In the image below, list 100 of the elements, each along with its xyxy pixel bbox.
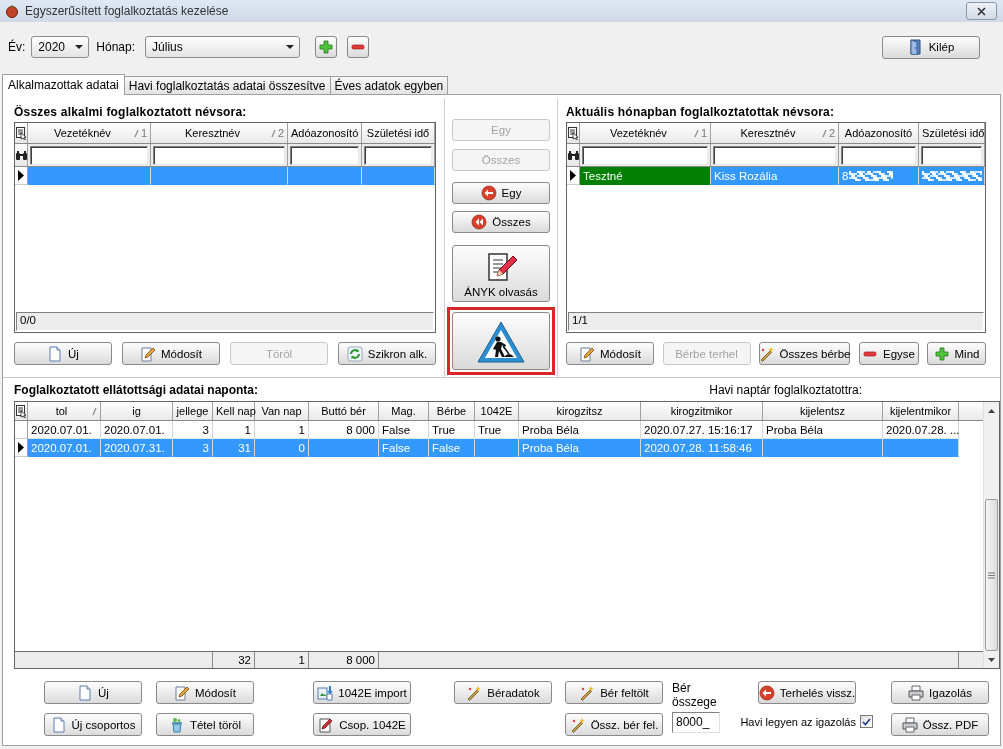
filter-field[interactable] xyxy=(30,145,148,165)
wage-field[interactable]: 8000_ xyxy=(672,712,720,733)
tab[interactable]: Alkalmazottak adatai xyxy=(2,74,125,95)
scroll-down-icon[interactable] xyxy=(988,657,995,662)
remove-button[interactable]: Egyse xyxy=(858,342,919,365)
checkbox[interactable] xyxy=(860,715,873,728)
section-title: Foglalkoztatott ellátottsági adatai naponta: xyxy=(14,383,258,397)
filter-field[interactable] xyxy=(582,145,708,165)
total-cell: 8 000 xyxy=(309,652,379,668)
column-header[interactable]: kijelentmikor xyxy=(883,402,959,420)
panel-title: Aktuális hónapban foglalkoztatottak névsora: xyxy=(566,105,835,121)
table-cell: Kiss Rozália xyxy=(711,167,839,185)
magic-wand-icon xyxy=(569,716,586,733)
document-icon xyxy=(77,684,94,701)
table-cell: 0 xyxy=(255,439,309,457)
new-button[interactable]: Új csoportos xyxy=(44,713,142,736)
sort-icon xyxy=(821,128,827,138)
print-button[interactable]: Össz. PDF xyxy=(891,713,989,736)
sort-index: 1 xyxy=(700,127,707,139)
read-button[interactable]: ÁNYK olvasás xyxy=(452,245,550,302)
back-button[interactable]: Egy xyxy=(452,182,550,204)
column-header[interactable]: Keresztnév 2 xyxy=(151,123,288,143)
sort-index: 2 xyxy=(828,127,835,139)
column-header[interactable]: Adóazonosító xyxy=(839,123,919,143)
column-header[interactable]: Keresztnév 2 xyxy=(711,123,839,143)
total-cell: 1 xyxy=(255,652,309,668)
document-pen-icon xyxy=(318,716,335,733)
filter-field[interactable] xyxy=(364,145,432,165)
filter-field[interactable] xyxy=(153,145,285,165)
edit-button[interactable]: Módosít xyxy=(566,342,654,365)
door-icon xyxy=(907,39,924,55)
magic-wand-icon xyxy=(758,345,775,362)
column-header[interactable]: Születési idő xyxy=(362,123,435,143)
pencil-icon xyxy=(579,345,596,362)
wand-button[interactable]: Bér feltölt xyxy=(565,681,663,704)
sort-index: 2 xyxy=(277,127,284,139)
document-icon xyxy=(47,345,64,362)
edit-button[interactable]: Módosít xyxy=(122,342,220,365)
column-header[interactable]: Vezetéknév 1 xyxy=(580,123,711,143)
table-cell: Tesztné xyxy=(580,167,711,185)
scrollbar-thumb[interactable] xyxy=(985,499,998,651)
column-header[interactable]: kirogzitsz xyxy=(519,402,641,420)
new-button[interactable]: Új xyxy=(44,681,142,704)
roadwork-sign-icon xyxy=(476,320,526,364)
add-button[interactable]: Mind xyxy=(927,342,986,365)
tab[interactable]: Havi foglalkoztatás adatai összesítve xyxy=(123,76,331,94)
column-header[interactable]: kijelentsz xyxy=(763,402,883,420)
close-button[interactable] xyxy=(966,2,997,20)
table-cell: 2020.07.01. xyxy=(28,439,101,457)
column-header[interactable]: Buttó bér xyxy=(309,402,379,420)
column-header[interactable]: Mag. xyxy=(379,402,429,420)
filter-field[interactable] xyxy=(841,145,916,165)
tab[interactable]: Éves adatok egyben xyxy=(329,76,449,94)
table-cell: 3 xyxy=(173,439,213,457)
magic-wand-icon xyxy=(579,684,596,701)
table-cell: 31 xyxy=(213,439,255,457)
column-header[interactable]: 1042E xyxy=(475,402,519,420)
table-cell: Proba Béla xyxy=(519,439,641,457)
column-header[interactable]: Kell nap xyxy=(213,402,255,420)
delete-button[interactable]: Tétel töröl xyxy=(156,713,254,736)
wand-button[interactable]: Összes bérbe xyxy=(759,342,850,365)
column-header[interactable]: Bérbe xyxy=(429,402,475,420)
new-button[interactable]: Új xyxy=(14,342,112,365)
group-button[interactable]: Csop. 1042E xyxy=(313,713,411,736)
check-icon xyxy=(862,717,871,726)
table-row[interactable]: Tesztné Kiss Rozália 8 xyxy=(567,167,985,185)
print-button[interactable]: Igazolás xyxy=(891,681,989,704)
month-dropdown[interactable]: Július xyxy=(145,36,301,58)
back-all-button[interactable]: Összes xyxy=(452,211,550,233)
panel-title: Összes alkalmi foglalkoztatott névsora: xyxy=(14,105,247,121)
sort-icon xyxy=(133,128,139,138)
wand-button[interactable]: Össz. bér fel. xyxy=(565,713,663,736)
column-header[interactable]: Születési idő xyxy=(919,123,985,143)
scroll-up-icon[interactable] xyxy=(988,408,995,413)
column-header[interactable]: tol xyxy=(28,402,101,420)
column-header[interactable]: ig xyxy=(101,402,173,420)
column-header[interactable]: Vezetéknév 1 xyxy=(28,123,151,143)
column-header[interactable]: Van nap xyxy=(255,402,309,420)
year-dropdown[interactable]: 2020 xyxy=(31,36,90,58)
filter-field[interactable] xyxy=(290,145,359,165)
document-icon xyxy=(50,716,67,733)
import-button[interactable]: 1042E import xyxy=(313,681,411,704)
column-header[interactable]: Adóazonosító xyxy=(288,123,362,143)
sort-index: 1 xyxy=(140,127,147,139)
checkbox-label: Havi legyen az igazolás xyxy=(740,715,856,728)
back-button[interactable]: Terhelés vissz. xyxy=(758,681,856,704)
filter-field[interactable] xyxy=(713,145,836,165)
sync-button[interactable]: Szikron alk. xyxy=(338,342,436,365)
wand-button[interactable]: Béradatok xyxy=(454,681,552,704)
dropdown-arrow-icon xyxy=(286,45,295,49)
sort-icon xyxy=(270,128,276,138)
add-button[interactable] xyxy=(315,36,338,58)
filter-field[interactable] xyxy=(921,145,982,165)
column-header[interactable]: jellege xyxy=(173,402,213,420)
edit-button[interactable]: Módosít xyxy=(156,681,254,704)
magic-wand-icon xyxy=(466,684,483,701)
remove-button[interactable] xyxy=(347,36,370,58)
vertical-scrollbar[interactable] xyxy=(983,402,999,668)
column-header[interactable]: kirogzitmikor xyxy=(641,402,763,420)
exit-button[interactable]: Kilép xyxy=(882,35,980,59)
